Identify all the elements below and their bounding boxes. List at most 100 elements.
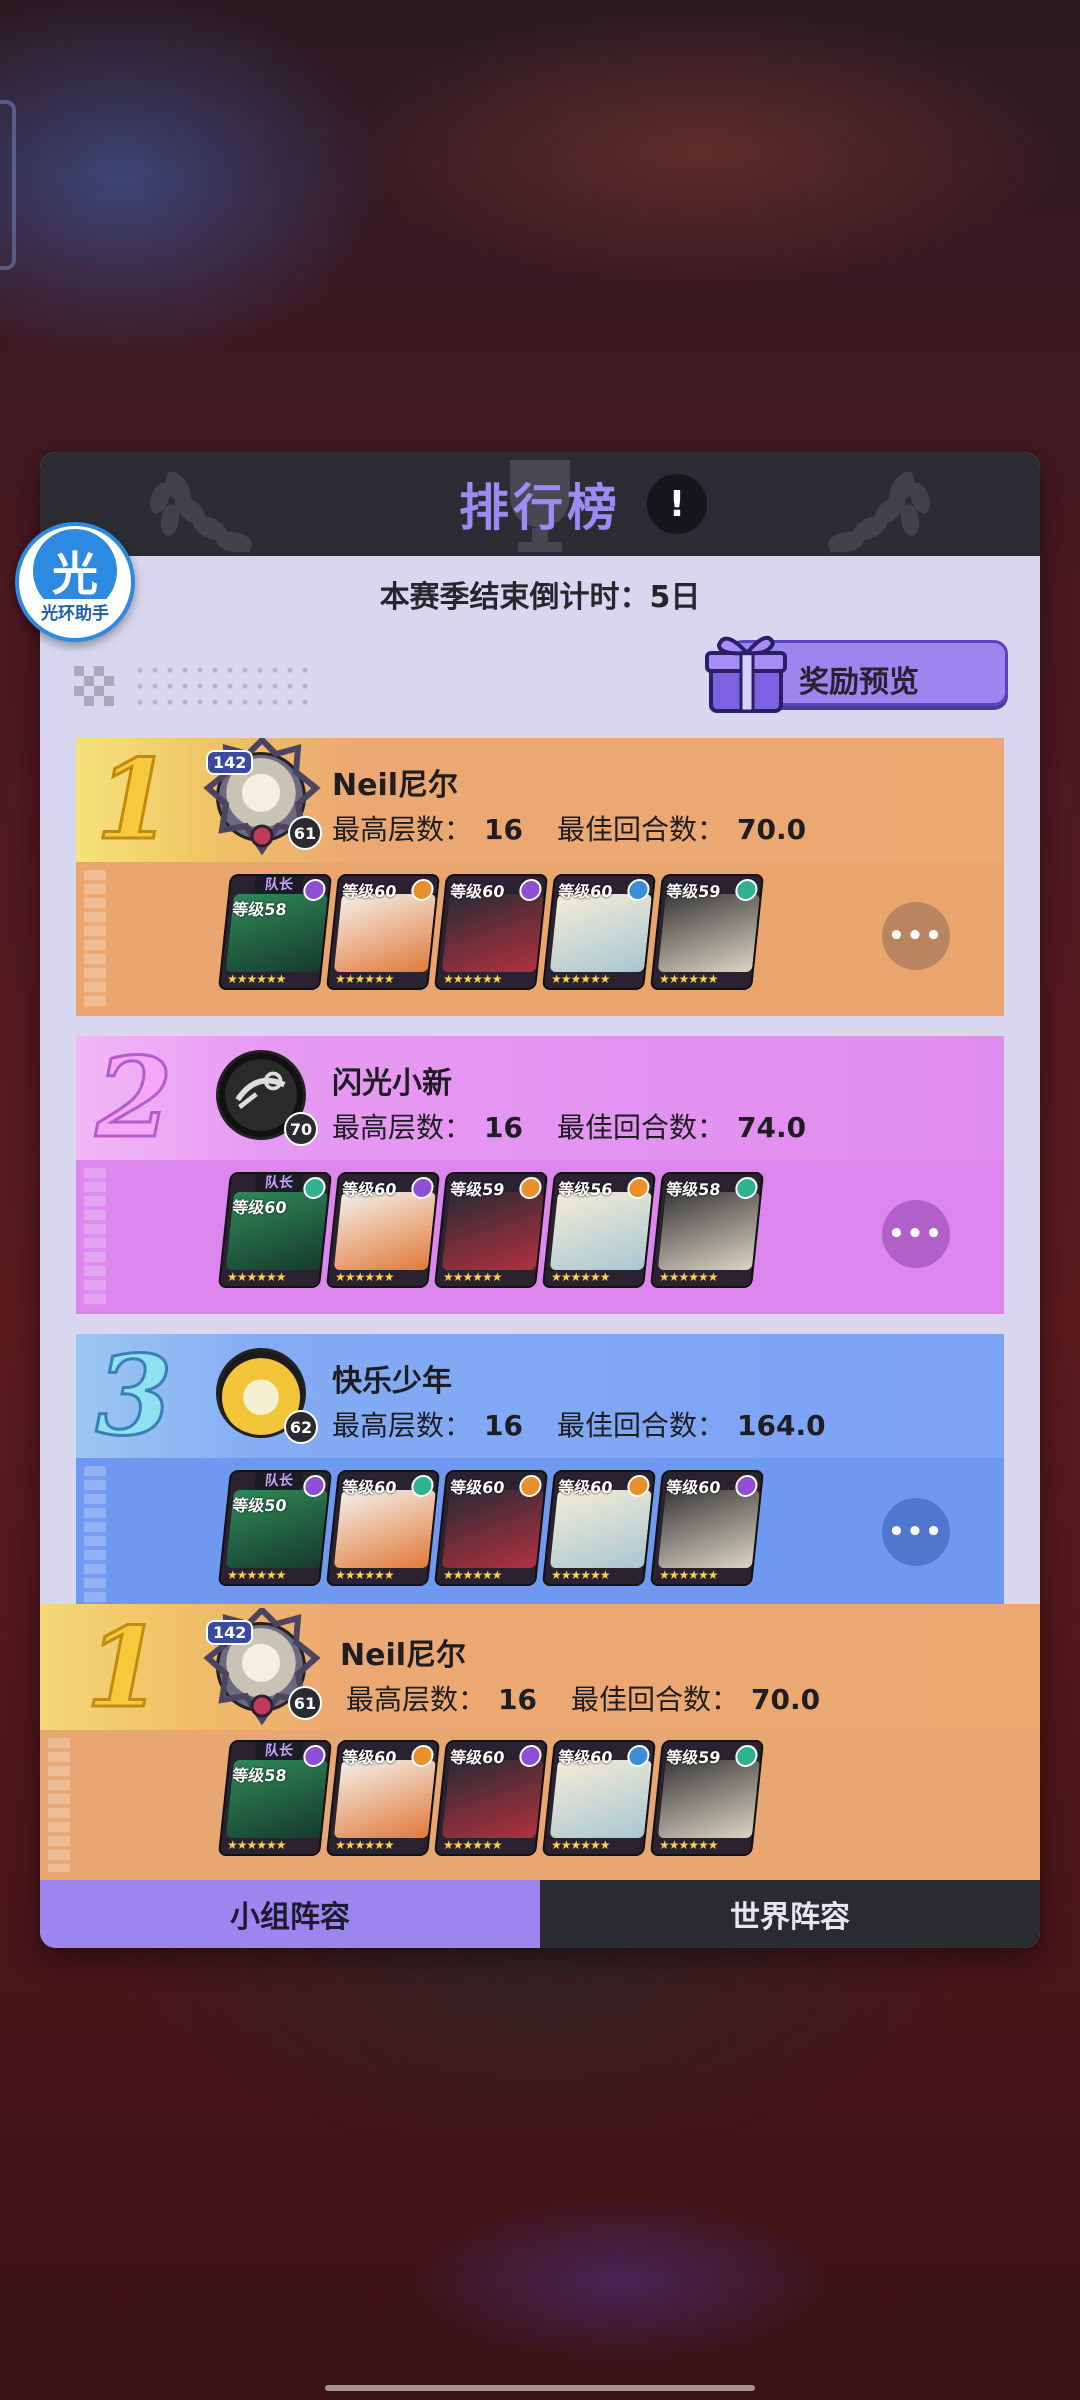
best-rounds-label: 最佳回合数： bbox=[556, 1111, 725, 1144]
player-name: Neil尼尔 bbox=[340, 1638, 467, 1673]
avatar-level: 61 bbox=[288, 1686, 322, 1720]
hero-portrait bbox=[657, 894, 760, 972]
deco-dot bbox=[197, 667, 203, 673]
deco-dot bbox=[272, 683, 278, 689]
more-options-button[interactable]: ••• bbox=[882, 902, 950, 970]
hero-card[interactable]: 等级58 ★★★★★★ bbox=[649, 1172, 765, 1288]
self-rank-row[interactable]: 1 142 61 Neil尼尔 最高层数： 16 最佳回合数： 70.0 队长 等级58… bbox=[40, 1604, 1040, 1880]
star-rating: ★★★★★★ bbox=[226, 1568, 287, 1582]
deco-dot bbox=[272, 667, 278, 673]
deco-dot bbox=[167, 699, 173, 705]
hero-card[interactable]: 队长 等级50 ★★★★★★ bbox=[217, 1470, 333, 1586]
hero-level: 等级58 bbox=[665, 1180, 722, 1199]
panel-title: 排行榜 bbox=[459, 479, 621, 537]
hero-card[interactable]: 等级56 ★★★★★★ bbox=[541, 1172, 657, 1288]
hero-level: 等级60 bbox=[449, 1748, 506, 1767]
hero-portrait bbox=[657, 1192, 760, 1270]
deco-dot bbox=[242, 667, 248, 673]
deco-dot bbox=[137, 667, 143, 673]
hero-level: 等级60 bbox=[341, 1180, 398, 1199]
deco-dot bbox=[257, 699, 263, 705]
reward-preview-button[interactable]: 奖励预览 bbox=[705, 635, 1008, 713]
hero-portrait bbox=[441, 1760, 544, 1838]
avatar-level: 61 bbox=[288, 816, 322, 850]
star-rating: ★★★★★★ bbox=[550, 972, 611, 986]
captain-tag: 队长 bbox=[253, 1470, 305, 1490]
rank-row-3[interactable]: 3 62 快乐少年 最高层数： 16 最佳回合数： 164.0 队长 等级50 ★★★★★… bbox=[76, 1334, 1004, 1612]
hero-card[interactable]: 等级60 ★★★★★★ bbox=[541, 1470, 657, 1586]
player-badge: 142 bbox=[206, 1620, 254, 1645]
rank-row-1[interactable]: 1 142 61 Neil尼尔 最高层数： 16 最佳回合数： 70.0 队长 等级58… bbox=[76, 738, 1004, 1016]
deco-dot bbox=[137, 683, 143, 689]
hero-portrait bbox=[549, 894, 652, 972]
max-floor-value: 16 bbox=[498, 1683, 537, 1716]
hero-card[interactable]: 等级59 ★★★★★★ bbox=[649, 874, 765, 990]
tab-world-lineup[interactable]: 世界阵容 bbox=[540, 1880, 1040, 1948]
tab-group-lineup[interactable]: 小组阵容 bbox=[40, 1880, 540, 1948]
hero-card[interactable]: 等级60 ★★★★★★ bbox=[433, 874, 549, 990]
hero-card[interactable]: 等级60 ★★★★★★ bbox=[541, 874, 657, 990]
star-rating: ★★★★★★ bbox=[334, 972, 395, 986]
deco-dot bbox=[302, 683, 308, 689]
hero-level: 等级60 bbox=[665, 1478, 722, 1497]
star-rating: ★★★★★★ bbox=[658, 972, 719, 986]
laurel-left-icon bbox=[149, 471, 252, 553]
hero-card[interactable]: 等级60 ★★★★★★ bbox=[433, 1740, 549, 1856]
rank-number: 1 bbox=[84, 1603, 164, 1732]
hero-card[interactable]: 等级59 ★★★★★★ bbox=[433, 1172, 549, 1288]
hero-card[interactable]: 等级60 ★★★★★★ bbox=[649, 1470, 765, 1586]
deco-dot bbox=[227, 683, 233, 689]
info-button[interactable]: ! bbox=[647, 474, 707, 534]
hero-portrait bbox=[549, 1490, 652, 1568]
player-name: Neil尼尔 bbox=[332, 768, 459, 803]
hero-portrait bbox=[333, 894, 436, 972]
hero-card[interactable]: 等级60 ★★★★★★ bbox=[433, 1470, 549, 1586]
deco-dot bbox=[257, 683, 263, 689]
hero-card[interactable]: 等级60 ★★★★★★ bbox=[325, 1740, 441, 1856]
best-rounds-label: 最佳回合数： bbox=[556, 813, 725, 846]
deco-dot bbox=[242, 699, 248, 705]
hero-card[interactable]: 等级60 ★★★★★★ bbox=[541, 1740, 657, 1856]
assistant-float-button[interactable]: 光 光环助手 bbox=[15, 522, 135, 642]
hero-card[interactable]: 等级60 ★★★★★★ bbox=[325, 1470, 441, 1586]
best-rounds-label: 最佳回合数： bbox=[570, 1683, 739, 1716]
home-indicator[interactable] bbox=[325, 2385, 755, 2391]
hero-portrait bbox=[657, 1760, 760, 1838]
deco-dot bbox=[182, 683, 188, 689]
season-countdown: 本赛季结束倒计时：5日 bbox=[379, 580, 701, 615]
deco-dot bbox=[182, 699, 188, 705]
reward-preview-label: 奖励预览 bbox=[799, 665, 919, 700]
star-rating: ★★★★★★ bbox=[442, 1568, 503, 1582]
hero-level: 等级60 bbox=[557, 1478, 614, 1497]
deco-dot bbox=[152, 699, 158, 705]
deco-dot bbox=[212, 683, 218, 689]
rank-number: 2 bbox=[94, 1033, 174, 1162]
rank-number: 3 bbox=[94, 1331, 174, 1460]
hero-level: 等级60 bbox=[341, 1748, 398, 1767]
star-rating: ★★★★★★ bbox=[442, 1838, 503, 1852]
more-options-button[interactable]: ••• bbox=[882, 1200, 950, 1268]
star-rating: ★★★★★★ bbox=[334, 1270, 395, 1284]
hero-lineup: 队长 等级58 ★★★★★★ 等级60 ★★★★★★ 等级60 ★★★★★★ 等级60 ★★★★… bbox=[217, 1740, 765, 1860]
max-floor-label: 最高层数： bbox=[346, 1683, 487, 1716]
dots-decoration bbox=[74, 666, 308, 706]
hero-card[interactable]: 队长 等级58 ★★★★★★ bbox=[217, 874, 333, 990]
star-rating: ★★★★★★ bbox=[550, 1270, 611, 1284]
hero-portrait bbox=[549, 1760, 652, 1838]
player-stats: 最高层数： 16 最佳回合数： 70.0 bbox=[346, 1678, 854, 1718]
max-floor-value: 16 bbox=[484, 1409, 523, 1442]
more-options-button[interactable]: ••• bbox=[882, 1498, 950, 1566]
hero-level: 等级56 bbox=[557, 1180, 614, 1199]
star-rating: ★★★★★★ bbox=[226, 972, 287, 986]
hero-card[interactable]: 等级60 ★★★★★★ bbox=[325, 1172, 441, 1288]
player-name: 闪光小新 bbox=[332, 1066, 452, 1101]
hero-card[interactable]: 等级60 ★★★★★★ bbox=[325, 874, 441, 990]
panel-header: 排行榜 ! bbox=[40, 452, 1040, 556]
rank-row-2[interactable]: 2 70 闪光小新 最高层数： 16 最佳回合数： 74.0 队长 等级60 ★★★★★★… bbox=[76, 1036, 1004, 1314]
star-rating: ★★★★★★ bbox=[442, 1270, 503, 1284]
hero-lineup: 队长 等级50 ★★★★★★ 等级60 ★★★★★★ 等级60 ★★★★★★ 等级60 ★★★★… bbox=[217, 1470, 765, 1590]
hero-card[interactable]: 队长 等级58 ★★★★★★ bbox=[217, 1740, 333, 1856]
hero-level: 等级60 bbox=[341, 882, 398, 901]
hero-card[interactable]: 等级59 ★★★★★★ bbox=[649, 1740, 765, 1856]
hero-card[interactable]: 队长 等级60 ★★★★★★ bbox=[217, 1172, 333, 1288]
